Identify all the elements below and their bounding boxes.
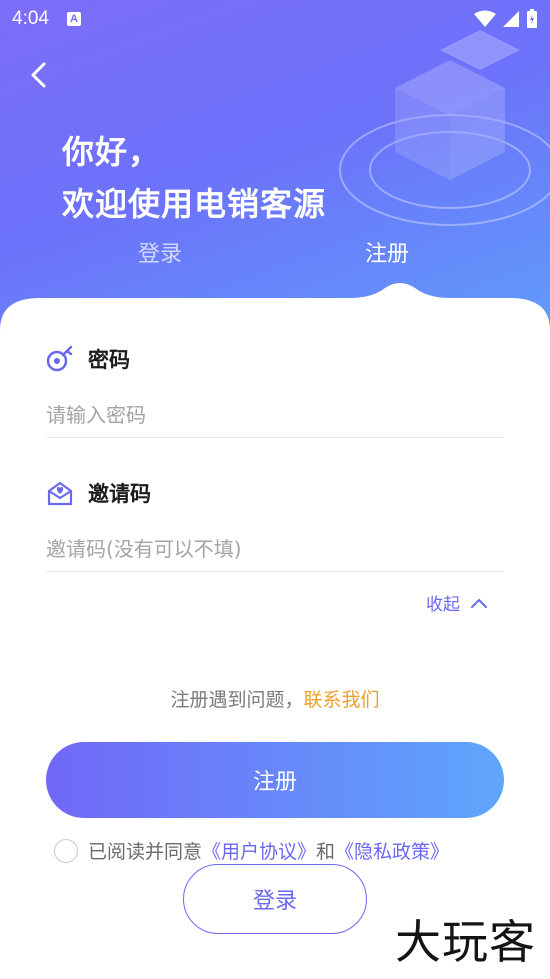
agreement-checkbox[interactable] — [54, 838, 78, 863]
wifi-icon — [474, 10, 496, 27]
greeting: 你好， 欢迎使用电销客源 — [62, 126, 326, 230]
agreement-and: 和 — [316, 841, 336, 863]
chevron-up-icon — [471, 598, 487, 608]
tab-login[interactable]: 登录 — [138, 236, 182, 268]
greeting-line-1: 你好， — [62, 133, 162, 171]
illustration-cubes-icon — [339, 30, 550, 226]
back-button[interactable] — [22, 58, 56, 92]
greeting-line-2: 欢迎使用电销客源 — [62, 185, 327, 223]
invite-code-label-row: 邀请码 — [46, 478, 151, 508]
key-icon — [46, 345, 73, 372]
register-button[interactable]: 注册 — [46, 742, 504, 818]
privacy-policy-link[interactable]: 《隐私政策》 — [335, 841, 449, 863]
help-prefix: 注册遇到问题， — [170, 689, 304, 711]
invite-code-label: 邀请码 — [88, 482, 151, 506]
collapse-button[interactable]: 收起 — [426, 590, 488, 615]
tab-register[interactable]: 注册 — [365, 236, 409, 268]
notification-icon: A — [66, 12, 81, 26]
envelope-heart-icon — [47, 481, 73, 506]
agreement-prefix: 已阅读并同意 — [88, 841, 203, 863]
chevron-left-icon — [31, 62, 46, 88]
watermark: 大玩客 — [395, 915, 536, 969]
status-bar: 4:04 A — [0, 0, 550, 38]
contact-us-link[interactable]: 联系我们 — [304, 689, 380, 711]
agreement-text: 已阅读并同意《用户协议》和《隐私政策》 — [88, 837, 449, 864]
status-icons — [474, 9, 538, 29]
login-button[interactable]: 登录 — [183, 864, 367, 934]
agreement-row: 已阅读并同意《用户协议》和《隐私政策》 — [54, 837, 449, 864]
status-time: 4:04 — [12, 8, 49, 29]
help-text: 注册遇到问题，联系我们 — [0, 685, 550, 712]
signal-icon — [503, 11, 519, 27]
collapse-label: 收起 — [426, 595, 460, 615]
password-label: 密码 — [88, 348, 130, 372]
password-label-row: 密码 — [46, 344, 130, 374]
password-input[interactable] — [46, 392, 504, 438]
user-agreement-link[interactable]: 《用户协议》 — [202, 841, 316, 863]
battery-icon — [527, 9, 537, 28]
invite-code-input[interactable] — [46, 526, 504, 572]
